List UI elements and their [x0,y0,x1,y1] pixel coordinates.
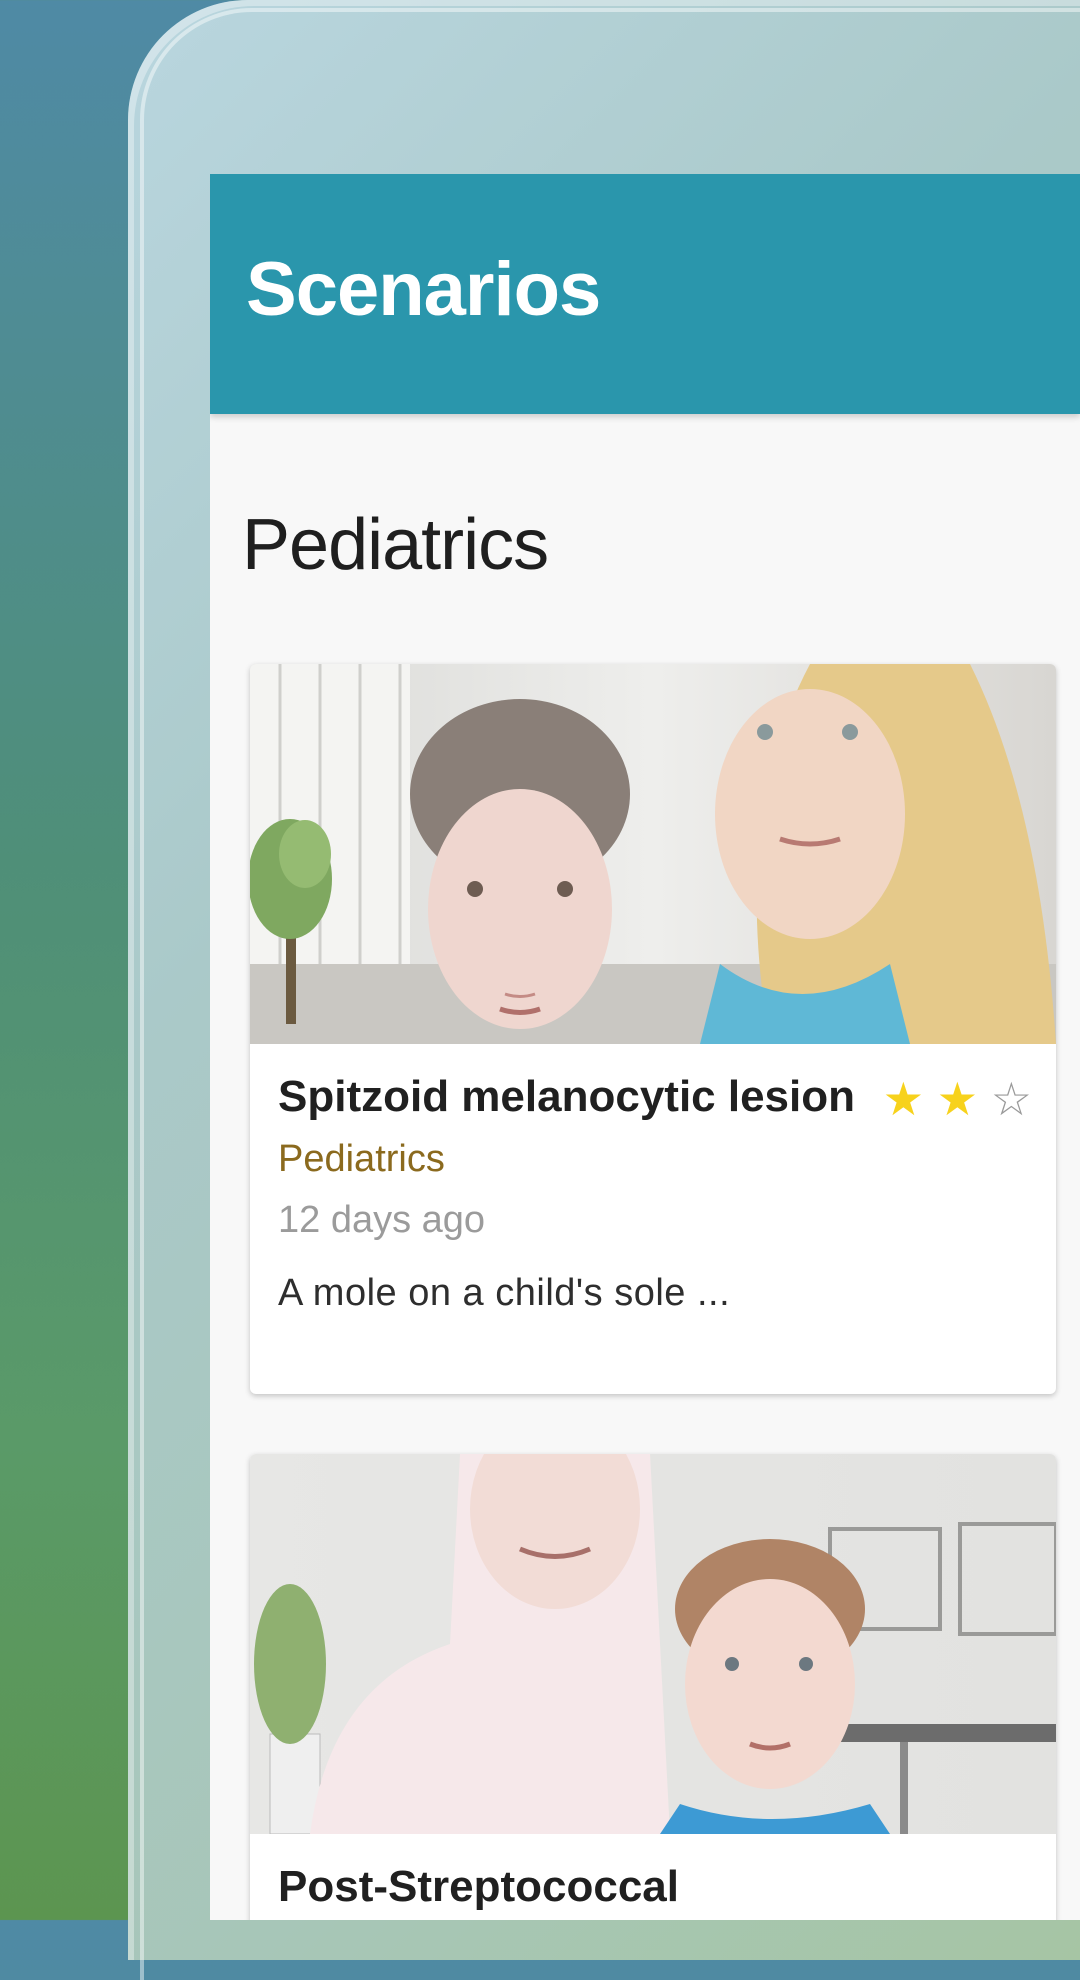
app-title: Scenarios [246,247,601,332]
star-filled-icon: ★ [882,1073,924,1125]
scenario-title: Post-Streptococcal [278,1862,679,1911]
star-filled-icon: ★ [936,1073,978,1125]
app-screen: Scenarios Pediatrics Spitzoid melanocyti… [210,174,1080,1920]
scenario-illustration [250,664,1056,1044]
scenario-title: Spitzoid melanocytic lesion [278,1072,856,1121]
star-empty-icon: ☆ [990,1073,1032,1125]
scenario-card[interactable]: Spitzoid melanocytic lesion ★ ★ ☆ Pediat… [250,664,1056,1394]
scenario-date: 12 days ago [278,1199,486,1241]
difficulty-rating: ★ ★ ☆ [883,1072,1032,1126]
section-title: Pediatrics [242,505,549,585]
scenario-illustration [250,1454,1056,1834]
scenario-summary: A mole on a child's sole ... [278,1272,731,1314]
scenario-card[interactable]: Post-Streptococcal [250,1454,1056,1920]
app-header: Scenarios [210,174,1080,414]
scenario-category: Pediatrics [278,1138,445,1180]
